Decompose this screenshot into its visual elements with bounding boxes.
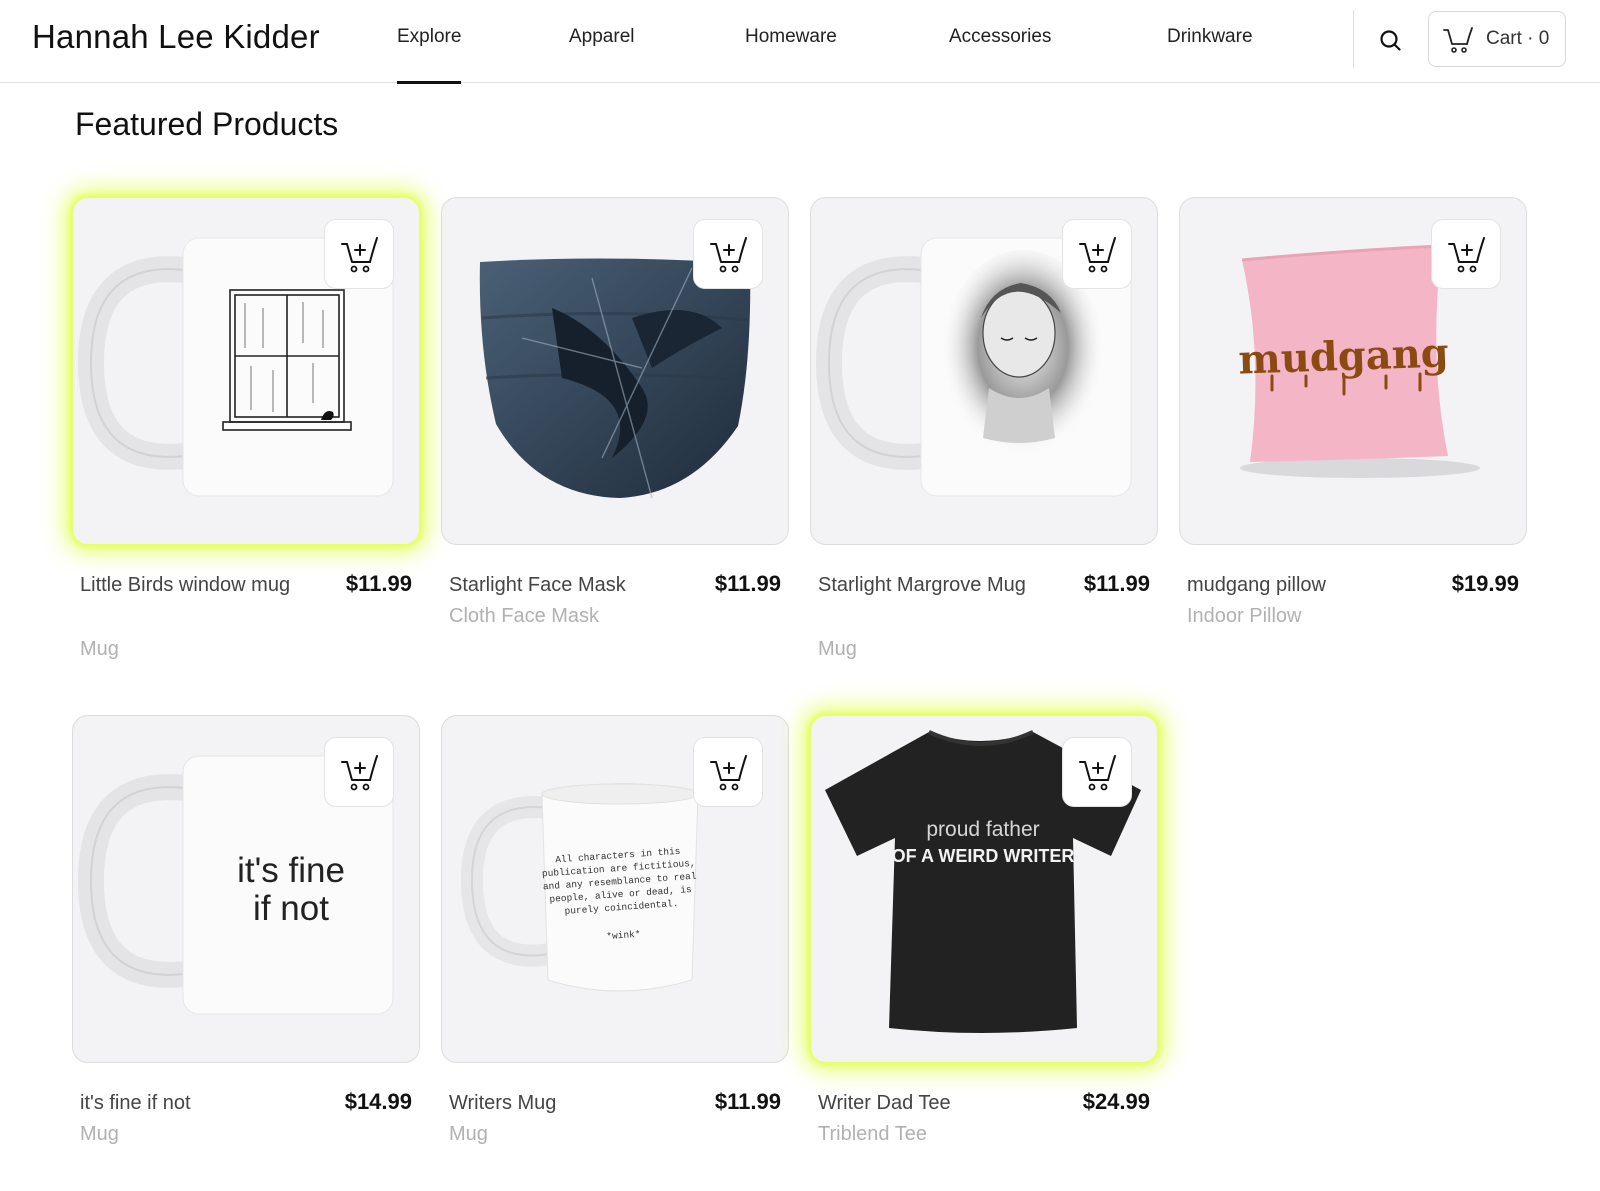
nav-item-homeware[interactable]: Homeware bbox=[745, 26, 837, 48]
product-name[interactable]: Starlight Face Mask bbox=[449, 568, 669, 602]
search-button[interactable] bbox=[1376, 26, 1406, 56]
product-price: $19.99 bbox=[1451, 571, 1519, 596]
cart-label: Cart · 0 bbox=[1486, 28, 1550, 49]
nav-item-explore[interactable]: Explore bbox=[397, 26, 462, 84]
add-to-cart-button[interactable] bbox=[1431, 219, 1501, 289]
search-icon bbox=[1380, 30, 1401, 51]
product-type: Mug bbox=[818, 638, 857, 660]
nav-item-apparel[interactable]: Apparel bbox=[569, 26, 635, 48]
product-price: $14.99 bbox=[344, 1089, 412, 1114]
product-type: Indoor Pillow bbox=[1187, 605, 1302, 627]
add-to-cart-icon bbox=[710, 237, 747, 273]
product-name[interactable]: it's fine if not bbox=[80, 1086, 300, 1120]
add-to-cart-icon bbox=[1079, 237, 1116, 273]
product-type: Mug bbox=[449, 1123, 488, 1145]
cart-button[interactable]: Cart · 0 bbox=[1428, 11, 1566, 67]
product-name[interactable]: Writers Mug bbox=[449, 1086, 669, 1120]
product-type: Triblend Tee bbox=[818, 1123, 927, 1145]
add-to-cart-icon bbox=[341, 237, 378, 273]
tee-print-line-2: OF A WEIRD WRITER bbox=[892, 846, 1075, 866]
nav-item-drinkware[interactable]: Drinkware bbox=[1167, 26, 1253, 48]
cart-icon bbox=[1443, 27, 1473, 53]
mug-print-line-1: it's fine bbox=[237, 851, 345, 890]
add-to-cart-button[interactable] bbox=[1062, 737, 1132, 807]
product-name[interactable]: Little Birds window mug bbox=[80, 568, 300, 602]
header-divider bbox=[1353, 10, 1354, 68]
tee-print-line-1: proud father bbox=[926, 818, 1039, 841]
add-to-cart-icon bbox=[1079, 755, 1116, 791]
add-to-cart-button[interactable] bbox=[324, 737, 394, 807]
product-type: Mug bbox=[80, 1123, 119, 1145]
mug-print-line-2: if not bbox=[253, 889, 329, 928]
add-to-cart-button[interactable] bbox=[1062, 219, 1132, 289]
product-name[interactable]: mudgang pillow bbox=[1187, 568, 1407, 602]
add-to-cart-icon bbox=[341, 755, 378, 791]
add-to-cart-icon bbox=[1448, 237, 1485, 273]
product-price: $11.99 bbox=[714, 571, 781, 596]
add-to-cart-button[interactable] bbox=[324, 219, 394, 289]
product-name[interactable]: Writer Dad Tee bbox=[818, 1086, 1038, 1120]
product-price: $11.99 bbox=[345, 571, 412, 596]
product-price: $11.99 bbox=[1083, 571, 1150, 596]
top-navigation-bar: Hannah Lee Kidder Explore Apparel Homewa… bbox=[0, 0, 1600, 84]
store-brand-name[interactable]: Hannah Lee Kidder bbox=[32, 18, 320, 56]
product-type: Mug bbox=[80, 638, 119, 660]
product-name[interactable]: Starlight Margrove Mug bbox=[818, 568, 1038, 602]
product-price: $11.99 bbox=[714, 1089, 781, 1114]
section-title: Featured Products bbox=[75, 106, 339, 142]
product-price: $24.99 bbox=[1082, 1089, 1150, 1114]
add-to-cart-button[interactable] bbox=[693, 219, 763, 289]
product-type: Cloth Face Mask bbox=[449, 605, 600, 627]
add-to-cart-button[interactable] bbox=[693, 737, 763, 807]
nav-item-accessories[interactable]: Accessories bbox=[949, 26, 1051, 48]
add-to-cart-icon bbox=[710, 755, 747, 791]
